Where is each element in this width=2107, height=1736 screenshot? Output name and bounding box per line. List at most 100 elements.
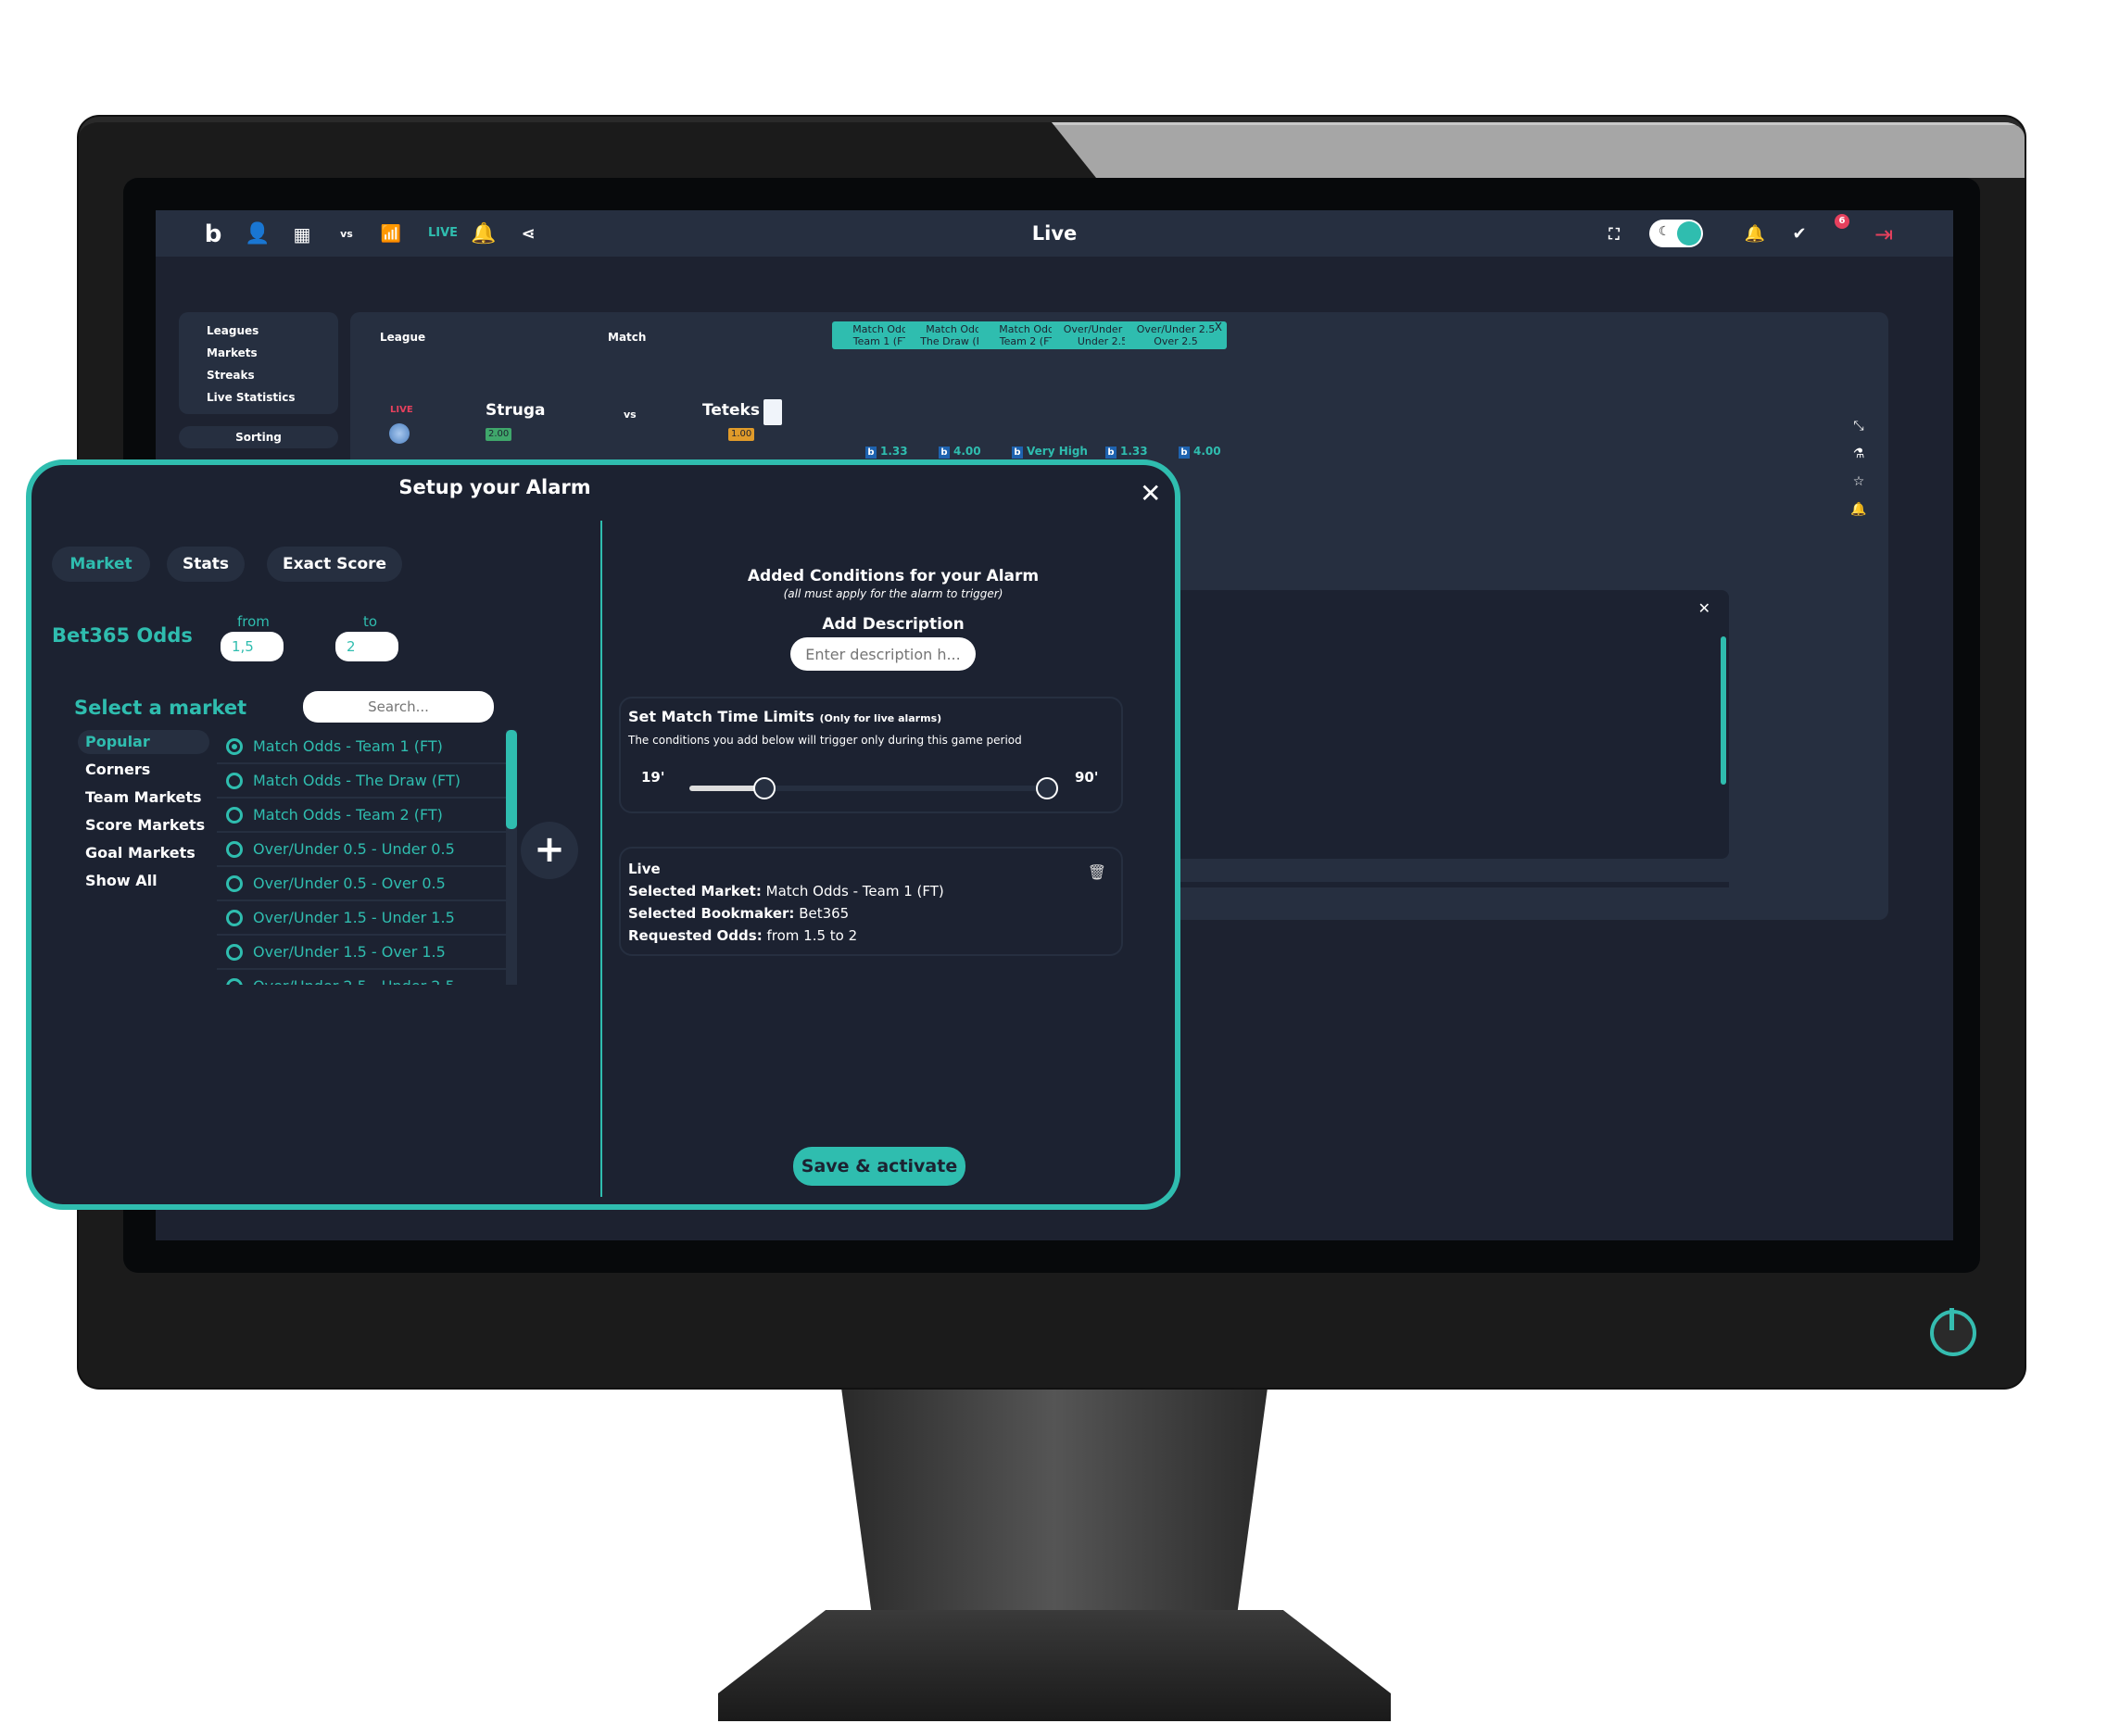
versus-icon[interactable]: vs xyxy=(334,221,360,247)
radio-icon[interactable] xyxy=(226,909,243,926)
logo-icon[interactable]: b xyxy=(200,221,226,247)
trash-icon[interactable]: 🗑 xyxy=(1088,862,1106,884)
save-activate-button[interactable]: Save & activate xyxy=(793,1147,965,1186)
bookmaker-icon: b xyxy=(1105,447,1117,459)
row-actions: ⤡ ⚗ ☆ 🔔 xyxy=(1849,419,1868,530)
market-option[interactable]: Match Odds - Team 2 (FT) xyxy=(217,799,515,833)
condition-market-value: Match Odds - Team 1 (FT) xyxy=(765,883,944,899)
slider-thumb-min[interactable] xyxy=(753,777,776,799)
time-min-label: 19' xyxy=(641,769,665,786)
calendar-icon[interactable]: ▦ xyxy=(289,221,315,247)
home-team-name[interactable]: Struga xyxy=(486,401,546,420)
condition-odds-value: from 1.5 to 2 xyxy=(766,927,858,944)
description-input[interactable] xyxy=(790,637,976,671)
logout-icon[interactable]: ⇥ xyxy=(1874,221,1893,247)
user-settings-icon[interactable]: 👤 xyxy=(245,221,271,247)
away-team-name[interactable]: Teteks xyxy=(702,401,760,420)
market-search-input[interactable] xyxy=(303,691,494,723)
add-condition-button[interactable]: + xyxy=(521,822,578,879)
tab-stats[interactable]: Stats xyxy=(167,547,245,582)
checklist-icon[interactable]: ✔ xyxy=(1786,221,1812,247)
market-option-label: Match Odds - Team 2 (FT) xyxy=(253,806,443,824)
stats-chart-icon[interactable]: 📶 xyxy=(378,221,404,247)
bell-icon[interactable]: 🔔 xyxy=(471,221,497,247)
scrollbar-thumb[interactable] xyxy=(506,730,517,829)
market-option[interactable]: Over/Under 0.5 - Over 0.5 xyxy=(217,867,515,901)
odds-to-input[interactable] xyxy=(335,632,398,661)
market-option[interactable]: Match Odds - Team 1 (FT) xyxy=(217,730,515,764)
sorting-button[interactable]: Sorting xyxy=(179,426,338,448)
radio-icon[interactable] xyxy=(226,943,243,961)
market-option[interactable]: Over/Under 0.5 - Under 0.5 xyxy=(217,833,515,867)
top-navigation-bar: b 👤 ▦ vs 📶 LIVE 🔔 ⋖ Live ⛶ ☾ 🔔 ✔ 6 ⇥ xyxy=(156,210,1953,257)
market-option[interactable]: Over/Under 1.5 - Under 1.5 xyxy=(217,901,515,936)
chip-line2: Over 2.5 xyxy=(1154,335,1198,347)
condition-odds: Requested Odds: from 1.5 to 2 xyxy=(628,925,1114,947)
market-chip[interactable]: Over/Under 2.5 Over 2.5 X xyxy=(1125,321,1227,349)
versus-icon[interactable]: ⤡ xyxy=(1849,419,1868,447)
power-icon[interactable] xyxy=(1930,1308,1976,1356)
odds-value: Very High xyxy=(1027,445,1088,458)
market-option[interactable]: Over/Under 1.5 - Over 1.5 xyxy=(217,936,515,970)
market-option-label: Over/Under 1.5 - Under 1.5 xyxy=(253,909,455,926)
alarm-bell-icon[interactable]: 🔔 xyxy=(1849,502,1868,530)
notification-bell-icon[interactable]: 🔔 xyxy=(1742,221,1768,247)
odds-cell[interactable]: b 4.00 xyxy=(1179,445,1221,459)
monitor-stand-base xyxy=(718,1610,1391,1721)
sidebar-item-markets[interactable]: Markets xyxy=(207,342,338,364)
close-icon[interactable]: ✕ xyxy=(1140,478,1161,509)
market-list-scrollbar[interactable] xyxy=(506,730,517,985)
odds-cell[interactable]: b 1.33 xyxy=(865,445,908,459)
theme-toggle[interactable]: ☾ xyxy=(1649,220,1703,247)
radio-icon[interactable] xyxy=(226,840,243,858)
slider-thumb-max[interactable] xyxy=(1036,777,1058,799)
away-team-logo xyxy=(763,399,782,425)
category-popular[interactable]: Popular xyxy=(78,730,209,754)
market-option-label: Match Odds - Team 1 (FT) xyxy=(253,737,443,755)
scrollbar[interactable] xyxy=(1721,636,1726,785)
category-corners[interactable]: Corners xyxy=(78,758,209,782)
odds-value: 1.33 xyxy=(1120,445,1148,458)
radio-icon[interactable] xyxy=(226,772,243,789)
market-option[interactable]: Match Odds - The Draw (FT) xyxy=(217,764,515,799)
close-icon[interactable]: ✕ xyxy=(1698,599,1710,617)
tab-exact-score[interactable]: Exact Score xyxy=(267,547,402,582)
tab-market[interactable]: Market xyxy=(52,547,150,582)
presentation-icon[interactable]: ⛶ xyxy=(1601,221,1627,247)
radio-selected-icon[interactable] xyxy=(226,737,243,755)
conditions-title: Added Conditions for your Alarm xyxy=(747,567,1040,585)
sidebar-item-streaks[interactable]: Streaks xyxy=(207,364,338,386)
category-show-all[interactable]: Show All xyxy=(78,869,209,893)
star-icon[interactable]: ☆ xyxy=(1849,474,1868,502)
share-icon[interactable]: ⋖ xyxy=(515,221,541,247)
condition-market: Selected Market: Match Odds - Team 1 (FT… xyxy=(628,880,1114,902)
odds-value: 4.00 xyxy=(953,445,981,458)
chip-line2: Under 2.5 xyxy=(1077,335,1129,347)
moon-icon: ☾ xyxy=(1659,224,1671,239)
from-label: from xyxy=(237,613,270,630)
sidebar-item-live-statistics[interactable]: Live Statistics xyxy=(207,386,338,409)
odds-from-input[interactable] xyxy=(221,632,284,661)
category-goal-markets[interactable]: Goal Markets xyxy=(78,841,209,865)
radio-icon[interactable] xyxy=(226,977,243,985)
live-nav-link[interactable]: LIVE xyxy=(428,226,458,240)
odds-cell[interactable]: b Very High xyxy=(1012,445,1088,459)
toggle-knob xyxy=(1677,221,1701,245)
sidebar-item-leagues[interactable]: Leagues xyxy=(207,320,338,342)
market-option[interactable]: Over/Under 2.5 - Under 2.5 xyxy=(217,970,515,985)
odds-cell[interactable]: b 4.00 xyxy=(939,445,981,459)
setup-alarm-modal: Setup your Alarm ✕ Market Stats Exact Sc… xyxy=(26,459,1180,1210)
category-team-markets[interactable]: Team Markets xyxy=(78,786,209,810)
odds-cell[interactable]: b 1.33 xyxy=(1105,445,1148,459)
description-label: Add Description xyxy=(822,615,965,634)
market-option-label: Over/Under 0.5 - Under 0.5 xyxy=(253,840,455,858)
category-score-markets[interactable]: Score Markets xyxy=(78,813,209,837)
market-option-label: Over/Under 1.5 - Over 1.5 xyxy=(253,943,446,961)
close-icon[interactable]: X xyxy=(1215,321,1222,333)
bookmaker-icon: b xyxy=(1179,447,1190,459)
flask-icon[interactable]: ⚗ xyxy=(1849,447,1868,474)
condition-card: Live Selected Market: Match Odds - Team … xyxy=(619,847,1123,956)
radio-icon[interactable] xyxy=(226,874,243,892)
time-range-slider[interactable] xyxy=(689,777,1058,799)
radio-icon[interactable] xyxy=(226,806,243,824)
